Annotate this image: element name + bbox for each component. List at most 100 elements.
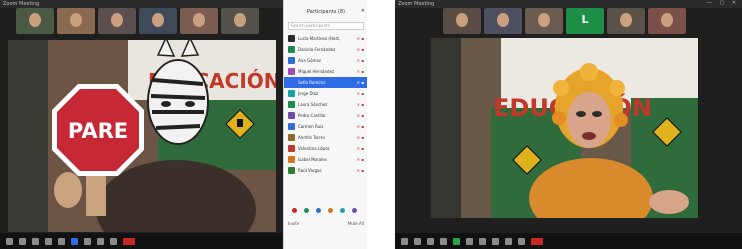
participant-thumbnail[interactable] [180, 8, 218, 34]
participant-name: Carmen Ruiz [298, 124, 324, 129]
participant-row[interactable]: Miguel Hernández ✕ ▪ [284, 66, 367, 77]
apps-icon[interactable] [110, 237, 117, 245]
participant-list: Lucía Martínez (Host, me)✕ ▪Daniela Fern… [284, 33, 367, 176]
end-meeting-button[interactable] [531, 237, 543, 245]
record-icon[interactable] [84, 237, 91, 245]
mute-all-button[interactable]: Mute All [348, 221, 364, 226]
avatar [288, 101, 295, 108]
meeting-toolbar [0, 233, 282, 249]
participant-name: Laura Sánchez [298, 102, 328, 107]
avatar [288, 112, 295, 119]
mic-video-status-icon[interactable]: ✕ ▪ [357, 69, 364, 74]
participant-row[interactable]: Carmen Ruiz ✕ ▪ [284, 121, 367, 132]
reaction-dot-icon[interactable] [340, 208, 345, 213]
more-icon[interactable] [518, 237, 525, 245]
participant-thumbnail[interactable] [221, 8, 259, 34]
participants-panel: Participants (8) ✕ Search participants L… [283, 0, 367, 249]
participant-row[interactable]: Daniela Fernández ✕ ▪ [284, 44, 367, 55]
mic-video-status-icon[interactable]: ✕ ▪ [357, 146, 364, 151]
reaction-dot-icon[interactable] [304, 208, 309, 213]
participant-face [234, 13, 246, 27]
reactions-icon[interactable] [492, 237, 499, 245]
participant-thumbnail[interactable] [484, 8, 522, 34]
security-icon[interactable] [427, 237, 434, 245]
participant-name: Isabel Morales [298, 157, 327, 162]
search-input[interactable]: Search participants [288, 22, 364, 30]
avatar [288, 167, 295, 174]
participant-row[interactable]: Raúl Vargas ✕ ▪ [284, 165, 367, 176]
participant-thumbnail-strip: L [443, 8, 686, 36]
reaction-dot-icon[interactable] [316, 208, 321, 213]
reaction-dot-icon[interactable] [292, 208, 297, 213]
security-icon[interactable] [32, 237, 39, 245]
mic-video-status-icon[interactable]: ✕ ▪ [357, 113, 364, 118]
reaction-dot-icon[interactable] [352, 208, 357, 213]
participant-row[interactable]: Lucía Martínez (Host, me) ✕ ▪ [284, 33, 367, 44]
participant-row[interactable]: Ana Gómez ✕ ▪ [284, 55, 367, 66]
participant-row[interactable]: Sofía Ramírez ✕ ▪ [284, 77, 367, 88]
participants-icon[interactable] [45, 237, 52, 245]
mute-icon[interactable] [401, 237, 408, 245]
participant-thumbnail[interactable] [648, 8, 686, 34]
apps-icon[interactable] [505, 237, 512, 245]
avatar [288, 57, 295, 64]
main-video: EDUCACIÓN PARE [8, 40, 276, 232]
participant-thumbnail[interactable] [443, 8, 481, 34]
stop-sign-text: PARE [68, 119, 128, 143]
participant-row[interactable]: Laura Sánchez ✕ ▪ [284, 99, 367, 110]
participant-row[interactable]: Isabel Morales ✕ ▪ [284, 154, 367, 165]
participant-thumbnail[interactable]: L [566, 8, 604, 34]
panel-footer: Invite Mute All [288, 221, 364, 226]
mic-video-status-icon[interactable]: ✕ ▪ [357, 47, 364, 52]
participant-thumbnail[interactable] [16, 8, 54, 34]
mic-video-status-icon[interactable]: ✕ ▪ [357, 157, 364, 162]
reaction-dots [292, 208, 357, 213]
close-icon[interactable]: ✕ [361, 8, 365, 14]
mic-video-status-icon[interactable]: ✕ ▪ [357, 135, 364, 140]
video-icon[interactable] [414, 237, 421, 245]
participant-thumbnail[interactable] [57, 8, 95, 34]
avatar [288, 123, 295, 130]
mic-video-status-icon[interactable]: ✕ ▪ [357, 36, 364, 41]
share-screen-icon[interactable] [453, 237, 460, 245]
participant-face [620, 13, 632, 27]
participant-row[interactable]: Valentina López ✕ ▪ [284, 143, 367, 154]
participant-thumbnail[interactable] [525, 8, 563, 34]
window-controls[interactable]: — ▢ ✕ [707, 0, 739, 6]
mic-video-status-icon[interactable]: ✕ ▪ [357, 102, 364, 107]
participant-face [661, 13, 673, 27]
reaction-dot-icon[interactable] [328, 208, 333, 213]
mic-video-status-icon[interactable]: ✕ ▪ [357, 91, 364, 96]
participant-face [152, 13, 164, 27]
mic-video-status-icon[interactable]: ✕ ▪ [357, 80, 364, 85]
avatar [288, 46, 295, 53]
meeting-toolbar [395, 233, 742, 249]
participant-row[interactable]: Jorge Díaz ✕ ▪ [284, 88, 367, 99]
end-meeting-button[interactable] [123, 237, 135, 245]
left-meeting-window: Zoom Meeting — ▢ ✕ EDUCACIÓN PARE [0, 0, 367, 249]
participant-row[interactable]: Andrés Torres ✕ ▪ [284, 132, 367, 143]
participant-thumbnail[interactable] [98, 8, 136, 34]
avatar [288, 145, 295, 152]
chat-icon[interactable] [466, 237, 473, 245]
participants-icon[interactable] [440, 237, 447, 245]
mic-video-status-icon[interactable]: ✕ ▪ [357, 168, 364, 173]
participant-row[interactable]: Pedro Castillo ✕ ▪ [284, 110, 367, 121]
mic-video-status-icon[interactable]: ✕ ▪ [357, 58, 364, 63]
mic-video-status-icon[interactable]: ✕ ▪ [357, 124, 364, 129]
right-meeting-window: Zoom Meeting — ▢ ✕ L EDUCACIÓN [395, 0, 742, 249]
invite-button[interactable]: Invite [288, 221, 299, 226]
mute-icon[interactable] [6, 237, 13, 245]
chat-icon[interactable] [58, 237, 65, 245]
participant-thumbnail[interactable] [607, 8, 645, 34]
video-icon[interactable] [19, 237, 26, 245]
participant-thumbnail[interactable] [139, 8, 177, 34]
avatar [288, 90, 295, 97]
avatar [288, 79, 295, 86]
record-icon[interactable] [479, 237, 486, 245]
share-screen-icon[interactable] [71, 237, 78, 245]
reactions-icon[interactable] [97, 237, 104, 245]
participant-name: Pedro Castillo [298, 113, 326, 118]
participant-name: Sofía Ramírez [298, 80, 326, 85]
stop-sign-icon: PARE [52, 84, 144, 176]
